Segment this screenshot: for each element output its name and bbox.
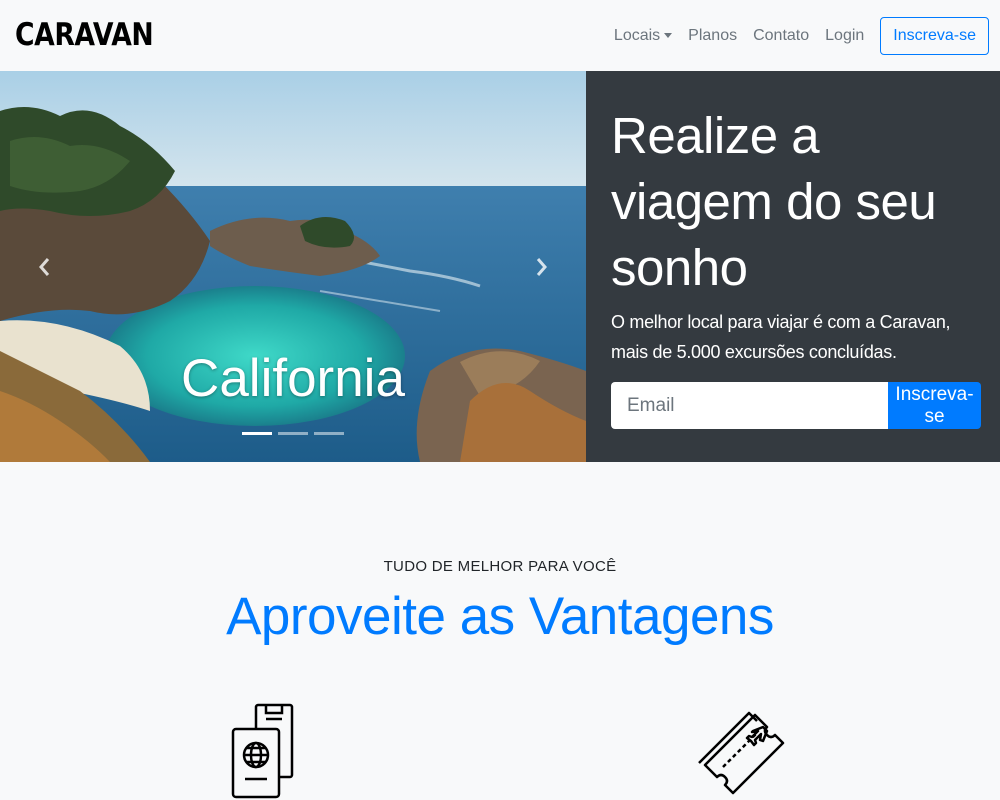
hero-subtitle: O melhor local para viajar é com a Carav… xyxy=(611,312,951,362)
email-input[interactable] xyxy=(611,382,888,429)
carousel: California xyxy=(0,71,586,462)
carousel-indicator[interactable] xyxy=(278,432,308,435)
benefits-section: TUDO DE MELHOR PARA VOCÊ Aproveite as Va… xyxy=(0,462,1000,800)
signup-form: Inscreva-se xyxy=(611,382,981,429)
signup-button[interactable]: Inscreva-se xyxy=(880,16,989,55)
nav-item-locais[interactable]: Locais xyxy=(613,26,673,45)
navbar: CARAVAN Locais Planos Contato Login Insc… xyxy=(0,0,1000,71)
carousel-caption: California xyxy=(181,349,405,408)
hero: California Realize a viagem do seu sonho… xyxy=(0,71,1000,462)
chevron-right-icon xyxy=(536,258,547,276)
carousel-next-button[interactable] xyxy=(527,252,557,282)
chevron-left-icon xyxy=(39,258,50,276)
carousel-indicators xyxy=(242,432,350,435)
carousel-indicator[interactable] xyxy=(314,432,344,435)
carousel-indicator[interactable] xyxy=(242,432,272,435)
hero-panel: Realize a viagem do seu sonho O melhor l… xyxy=(586,71,1000,462)
section-title: Aproveite as Vantagens xyxy=(226,587,774,646)
nav-item-label: Locais xyxy=(613,26,661,44)
nav-links: Locais Planos Contato Login Inscreva-se xyxy=(598,16,989,55)
nav-item-login[interactable]: Login xyxy=(825,27,864,45)
hero-title: Realize a viagem do seu sonho xyxy=(611,107,937,296)
plane-ticket-icon xyxy=(698,711,785,795)
caret-down-icon xyxy=(664,33,673,38)
carousel-prev-button[interactable] xyxy=(29,252,59,282)
signup-submit-button[interactable]: Inscreva-se xyxy=(888,382,981,429)
nav-item-contato[interactable]: Contato xyxy=(753,27,809,45)
section-eyebrow: TUDO DE MELHOR PARA VOCÊ xyxy=(383,558,617,575)
nav-item-planos[interactable]: Planos xyxy=(688,27,737,45)
brand-logo[interactable]: CARAVAN xyxy=(15,20,154,51)
passport-icon xyxy=(231,703,294,799)
